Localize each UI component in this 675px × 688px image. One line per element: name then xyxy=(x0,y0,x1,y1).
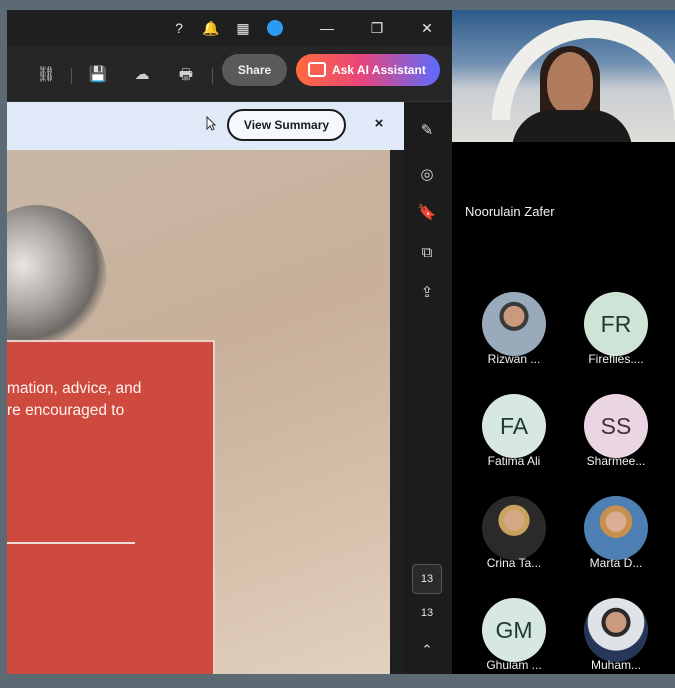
avatar: GM xyxy=(482,598,546,662)
red-text-card: mation, advice, and re encouraged to xyxy=(7,340,215,674)
participant-name: Rizwan ... xyxy=(487,352,541,366)
participant-tile[interactable]: FA Fatima Ali xyxy=(469,394,559,484)
current-page-box[interactable]: 13 xyxy=(412,564,442,594)
ask-ai-assistant-button[interactable]: Ask AI Assistant xyxy=(296,54,440,86)
apps-grid-icon[interactable]: ▦ xyxy=(233,18,253,38)
comment-icon[interactable]: ◎ xyxy=(416,164,438,186)
divider xyxy=(7,542,135,544)
profile-icon[interactable] xyxy=(265,18,285,38)
summary-banner: View Summary × xyxy=(7,102,404,150)
document-page: mation, advice, and re encouraged to xyxy=(7,150,390,674)
chevron-up-icon[interactable]: ⌃ xyxy=(416,642,438,658)
document-text-line: mation, advice, and xyxy=(7,380,142,397)
avatar: SS xyxy=(584,394,648,458)
print-icon[interactable]: 🖶 xyxy=(175,64,197,86)
participant-tile[interactable]: GM Ghulam ... xyxy=(469,598,559,688)
share-file-icon[interactable]: ⇪ xyxy=(416,282,438,304)
separator xyxy=(212,68,213,84)
speaker-face xyxy=(547,52,593,114)
avatar xyxy=(482,496,546,560)
link-icon[interactable]: ⛓ xyxy=(35,64,57,86)
ai-summary-icon[interactable]: ✎ xyxy=(416,120,438,142)
meeting-panel: Noorulain Zafer Rizwan ... FR Fireflies.… xyxy=(452,10,675,674)
pdf-app-window: ? 🔔 ▦ — ❐ ✕ ⛓ 💾 ☁ 🖶 Share Ask AI Assista… xyxy=(7,10,452,674)
view-summary-button[interactable]: View Summary xyxy=(227,109,346,141)
restore-icon[interactable]: ❐ xyxy=(367,18,387,38)
minimize-icon[interactable]: — xyxy=(317,18,337,38)
upload-cloud-icon[interactable]: ☁ xyxy=(131,64,153,86)
avatar xyxy=(482,292,546,356)
avatar xyxy=(584,496,648,560)
avatar xyxy=(584,598,648,662)
participant-tile[interactable]: Muham... xyxy=(571,598,661,688)
help-icon[interactable]: ? xyxy=(169,18,189,38)
participant-name: Fatima Ali xyxy=(487,454,541,468)
participant-name: Sharmee... xyxy=(586,454,646,468)
bookmark-icon[interactable]: 🔖 xyxy=(416,202,438,224)
share-button[interactable]: Share xyxy=(222,54,287,86)
participant-name: Fireflies.... xyxy=(588,352,644,366)
separator xyxy=(71,68,72,84)
participant-tile[interactable]: Marta D... xyxy=(571,496,661,586)
ask-ai-assistant-label: Ask AI Assistant xyxy=(332,63,426,77)
participant-name: Ghulam ... xyxy=(486,658,542,672)
participant-name: Crina Ta... xyxy=(486,556,542,570)
participant-name: Muham... xyxy=(590,658,641,672)
copy-pages-icon[interactable]: ⧉ xyxy=(416,242,438,264)
total-pages: 13 xyxy=(420,607,434,619)
close-icon[interactable]: ✕ xyxy=(417,18,437,38)
participant-tile[interactable]: SS Sharmee... xyxy=(571,394,661,484)
speaker-video xyxy=(452,10,675,142)
participant-tile[interactable]: Rizwan ... xyxy=(469,292,559,382)
participant-name: Marta D... xyxy=(589,556,643,570)
screen: ? 🔔 ▦ — ❐ ✕ ⛓ 💾 ☁ 🖶 Share Ask AI Assista… xyxy=(0,0,675,674)
avatar: FR xyxy=(584,292,648,356)
mouse-cursor-icon xyxy=(206,116,216,131)
right-tool-rail: ✎ ◎ 🔖 ⧉ ⇪ 13 13 ⌃ xyxy=(404,102,452,674)
bell-icon[interactable]: 🔔 xyxy=(201,18,221,38)
title-bar: ? 🔔 ▦ — ❐ ✕ xyxy=(7,10,452,46)
speaker-name: Noorulain Zafer xyxy=(465,204,555,219)
ai-assistant-icon xyxy=(308,62,326,77)
avatar: FA xyxy=(482,394,546,458)
document-text-line: re encouraged to xyxy=(7,402,125,419)
participant-tile[interactable]: FR Fireflies.... xyxy=(571,292,661,382)
participant-tile[interactable]: Crina Ta... xyxy=(469,496,559,586)
banner-close-button[interactable]: × xyxy=(369,114,389,134)
save-icon[interactable]: 💾 xyxy=(87,64,109,86)
document-text: mation, advice, and re encouraged to xyxy=(7,378,207,422)
decorative-image xyxy=(7,205,107,355)
